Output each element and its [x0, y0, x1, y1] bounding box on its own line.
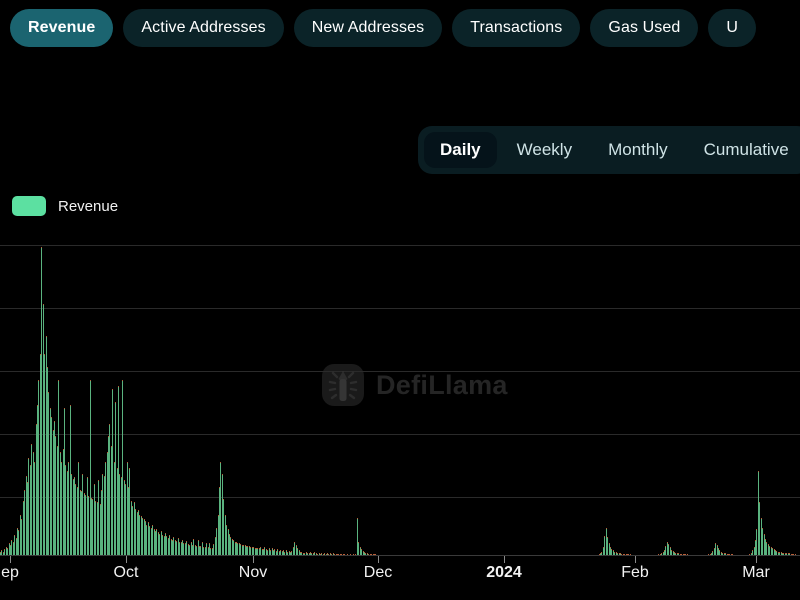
metric-tab-gas-used[interactable]: Gas Used	[590, 9, 699, 47]
chart-plot-area[interactable]	[0, 240, 800, 556]
x-tick-label: Feb	[621, 564, 649, 581]
chart-x-axis: ep Oct Nov Dec 2024 Feb Mar	[0, 556, 800, 600]
x-tick-label: Dec	[363, 564, 393, 581]
interval-option-cumulative[interactable]: Cumulative	[688, 132, 800, 168]
metric-tab-transactions[interactable]: Transactions	[452, 9, 581, 47]
x-tick-mark	[253, 556, 254, 563]
interval-option-weekly[interactable]: Weekly	[501, 132, 588, 168]
x-tick-label: Mar	[742, 564, 770, 581]
metric-tab-revenue[interactable]: Revenue	[10, 9, 114, 47]
chart-bar-series[interactable]	[0, 241, 800, 556]
x-tick-label: Nov	[238, 564, 268, 581]
interval-option-daily[interactable]: Daily	[424, 132, 497, 168]
chart-legend[interactable]: Revenue	[12, 196, 118, 216]
metric-tab-u[interactable]: U	[708, 9, 757, 47]
x-tick-mark	[10, 556, 11, 563]
x-tick-label: Oct	[113, 564, 139, 581]
x-tick-label: 2024	[486, 564, 522, 581]
x-tick-label: ep	[1, 564, 19, 581]
x-tick-mark	[378, 556, 379, 563]
metric-tab-new-addresses[interactable]: New Addresses	[293, 9, 443, 47]
x-tick-mark	[126, 556, 127, 563]
x-tick-mark	[756, 556, 757, 563]
metric-tab-active-addresses[interactable]: Active Addresses	[123, 9, 284, 47]
metric-tab-bar[interactable]: Revenue Active Addresses New Addresses Tran…	[0, 0, 800, 56]
x-tick-mark	[635, 556, 636, 563]
legend-label: Revenue	[58, 197, 119, 215]
x-tick-mark	[504, 556, 505, 563]
interval-option-monthly[interactable]: Monthly	[592, 132, 684, 168]
legend-color-swatch	[12, 196, 46, 216]
interval-toggle-group[interactable]: Daily Weekly Monthly Cumulative	[418, 126, 800, 174]
